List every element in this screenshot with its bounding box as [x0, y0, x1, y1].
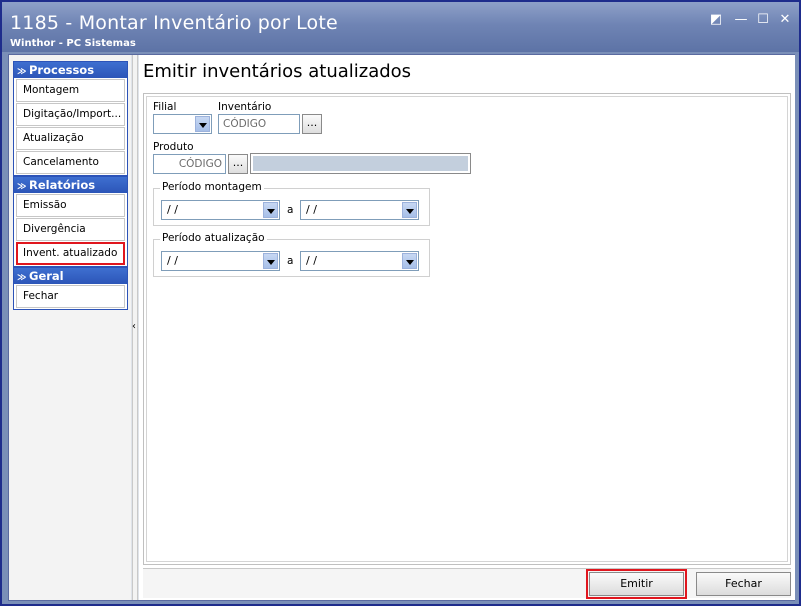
- periodo-atualizacao-legend: Período atualização: [160, 232, 267, 244]
- action-bar: Emitir Fechar: [143, 568, 791, 599]
- window-subtitle: Winthor - PC Sistemas: [10, 38, 136, 49]
- sidebar-item-invent-atualizado[interactable]: Invent. atualizado: [16, 242, 125, 265]
- app-window: 1185 - Montar Inventário por Lote Wintho…: [0, 0, 801, 606]
- sidebar-item-emissao[interactable]: Emissão: [16, 194, 125, 217]
- chevron-collapse-icon: ≫: [17, 182, 27, 192]
- atualizacao-from-value: / /: [167, 254, 178, 267]
- chevron-down-icon[interactable]: [402, 253, 417, 269]
- minimize-icon[interactable]: —: [733, 12, 749, 28]
- group-title: Relatórios: [29, 178, 96, 192]
- filial-label: Filial: [153, 101, 177, 113]
- montagem-from-date[interactable]: / /: [161, 200, 280, 220]
- group-geral: ≫ Geral Fechar: [13, 267, 128, 310]
- chevron-collapse-icon: ≫: [17, 67, 27, 77]
- chevron-left-icon[interactable]: ‹: [132, 321, 136, 332]
- chevron-down-icon[interactable]: [263, 253, 278, 269]
- periodo-atualizacao-group: Período atualização / / a / /: [153, 232, 430, 277]
- inventario-input[interactable]: CÓDIGO: [218, 114, 300, 134]
- montagem-to-date[interactable]: / /: [300, 200, 419, 220]
- group-processos: ≫ Processos Montagem Digitação/Import... …: [13, 61, 128, 176]
- montagem-from-value: / /: [167, 203, 178, 216]
- group-title: Processos: [29, 63, 95, 77]
- group-header-processos[interactable]: ≫ Processos: [14, 62, 127, 78]
- atualizacao-from-date[interactable]: / /: [161, 251, 280, 271]
- sidebar-splitter[interactable]: ‹: [132, 55, 138, 600]
- sidebar-item-atualizacao[interactable]: Atualização: [16, 127, 125, 150]
- atualizacao-to-date[interactable]: / /: [300, 251, 419, 271]
- emitir-button[interactable]: Emitir: [586, 569, 687, 599]
- group-header-geral[interactable]: ≫ Geral: [14, 268, 127, 284]
- close-icon[interactable]: ✕: [777, 12, 793, 28]
- sidebar: ≫ Processos Montagem Digitação/Import... …: [9, 55, 131, 600]
- chevron-collapse-icon: ≫: [17, 273, 27, 283]
- atualizacao-separator: a: [287, 255, 294, 267]
- restore-icon[interactable]: ◩: [708, 12, 724, 28]
- title-bar[interactable]: 1185 - Montar Inventário por Lote Wintho…: [2, 2, 799, 52]
- periodo-montagem-group: Período montagem / / a / /: [153, 181, 430, 226]
- chevron-down-icon[interactable]: [263, 202, 278, 218]
- group-title: Geral: [29, 269, 64, 283]
- form-panel: Filial Inventário CÓDIGO ... Produto CÓD…: [143, 93, 791, 565]
- maximize-icon[interactable]: ☐: [755, 12, 771, 28]
- group-header-relatorios[interactable]: ≫ Relatórios: [14, 177, 127, 193]
- produto-description-text: [253, 156, 468, 171]
- montagem-separator: a: [287, 204, 294, 216]
- group-relatorios: ≫ Relatórios Emissão Divergência Invent. …: [13, 176, 128, 267]
- sidebar-item-digitacao[interactable]: Digitação/Import...: [16, 103, 125, 126]
- produto-label: Produto: [153, 141, 194, 153]
- produto-search-button[interactable]: ...: [228, 154, 248, 174]
- periodo-montagem-legend: Período montagem: [160, 181, 264, 193]
- chevron-down-icon[interactable]: [402, 202, 417, 218]
- sidebar-item-cancelamento[interactable]: Cancelamento: [16, 151, 125, 174]
- chevron-down-icon[interactable]: [195, 116, 210, 132]
- page-title: Emitir inventários atualizados: [143, 61, 412, 82]
- client-area: ≫ Processos Montagem Digitação/Import... …: [8, 54, 795, 601]
- montagem-to-value: / /: [306, 203, 317, 216]
- atualizacao-to-value: / /: [306, 254, 317, 267]
- form-inner-panel: Filial Inventário CÓDIGO ... Produto CÓD…: [146, 96, 788, 562]
- sidebar-item-divergencia[interactable]: Divergência: [16, 218, 125, 241]
- fechar-button[interactable]: Fechar: [696, 572, 791, 596]
- main-panel: Emitir inventários atualizados Filial In…: [139, 55, 795, 600]
- produto-description: [250, 153, 471, 174]
- sidebar-item-montagem[interactable]: Montagem: [16, 79, 125, 102]
- window-title: 1185 - Montar Inventário por Lote: [10, 12, 338, 34]
- produto-input[interactable]: CÓDIGO: [153, 154, 226, 174]
- inventario-search-button[interactable]: ...: [302, 114, 322, 134]
- inventario-label: Inventário: [218, 101, 272, 113]
- sidebar-item-fechar[interactable]: Fechar: [16, 285, 125, 308]
- filial-select[interactable]: [153, 114, 212, 134]
